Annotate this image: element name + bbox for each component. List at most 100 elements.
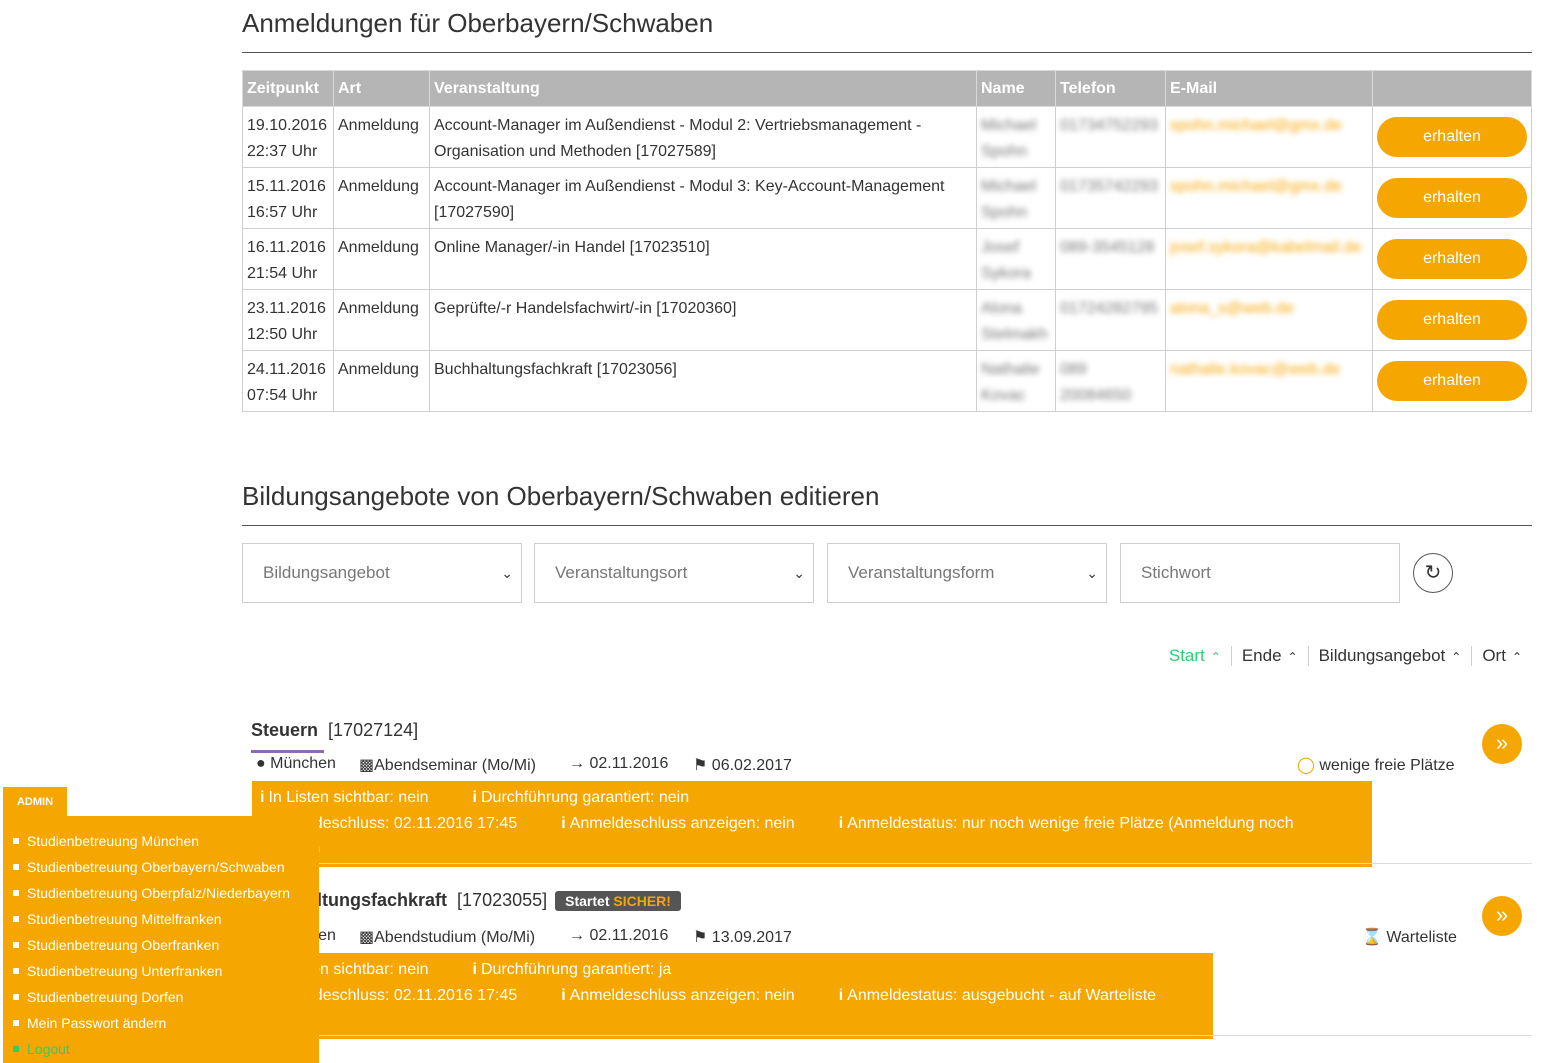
badge-startet-sicher: Startet SICHER! [555, 891, 681, 911]
end-text: 06.02.2017 [711, 757, 792, 774]
status-text: wenige freie Plätze [1319, 757, 1455, 774]
col-header-veranstaltung: Veranstaltung [429, 70, 977, 107]
time-text: 21:54 Uhr [247, 265, 318, 282]
admin-item-oberfranken[interactable]: Studienbetreuung Oberfranken [3, 932, 319, 958]
cell-name: Josef Sykora [976, 228, 1056, 290]
admin-item-passwort[interactable]: Mein Passwort ändern [3, 1010, 319, 1036]
course-code: [17023055] [457, 890, 548, 910]
admin-tab[interactable]: ADMIN [3, 787, 67, 817]
cell-name: Michael Spohn [976, 167, 1056, 229]
info-icon: i [838, 815, 844, 832]
course-item: Buchhaltungsfachkraft [17023055] Startet … [242, 890, 1532, 1039]
course-status: ◯ wenige freie Plätze [1297, 755, 1455, 775]
date-text: 15.11.2016 [247, 178, 326, 195]
admin-item-label: Studienbetreuung München [27, 833, 200, 849]
cell-art: Anmeldung [333, 106, 430, 168]
cell-art: Anmeldung [333, 228, 430, 290]
admin-item-oberbayern-schwaben[interactable]: Studienbetreuung Oberbayern/Schwaben [3, 854, 319, 880]
double-chevron-right-icon: » [1495, 730, 1509, 755]
info-icon: i [260, 789, 265, 806]
cell-email: spohn.michael@gmx.de [1165, 167, 1373, 229]
admin-item-muenchen[interactable]: Studienbetreuung München [3, 828, 319, 854]
time-text: 12:50 Uhr [247, 326, 318, 343]
sort-label: Bildungsangebot [1318, 646, 1446, 665]
admin-item-label: Studienbetreuung Oberpfalz/Niederbayern [27, 885, 291, 901]
chevron-down-icon: ⌄ [1086, 565, 1098, 581]
cell-email: spohn.michael@gmx.de [1165, 106, 1373, 168]
select-label: Veranstaltungsort [555, 563, 688, 582]
admin-menu: Studienbetreuung München Studienbetreuun… [3, 816, 319, 1063]
course-end: ⚑ 13.09.2017 [693, 927, 792, 947]
erhalten-button[interactable]: erhalten [1377, 117, 1527, 157]
course-details-button[interactable]: » [1482, 724, 1522, 764]
veranstaltungsort-select[interactable]: Veranstaltungsort ⌄ [534, 543, 814, 603]
reset-filter-button[interactable]: ↻ [1413, 553, 1453, 593]
cell-action: erhalten [1372, 167, 1532, 229]
time-text: 22:37 Uhr [247, 143, 318, 160]
table-row: 19.10.2016 22:37 Uhr Anmeldung Account-Ma… [242, 106, 1532, 168]
bullet-icon [13, 942, 19, 948]
admin-item-label: Studienbetreuung Unterfranken [27, 963, 223, 979]
sort-bar: Start ⌃ Ende ⌃ Bildungsangebot ⌃ Ort ⌃ [1159, 646, 1532, 666]
erhalten-button[interactable]: erhalten [1377, 239, 1527, 279]
bildungsangebot-select[interactable]: Bildungsangebot ⌄ [242, 543, 522, 603]
title-underline [251, 750, 324, 753]
admin-item-dorfen[interactable]: Studienbetreuung Dorfen [3, 984, 319, 1010]
email-link[interactable]: alona_s@web.de [1170, 300, 1294, 317]
sort-ende[interactable]: Ende ⌃ [1230, 646, 1308, 666]
veranstaltungsform-select[interactable]: Veranstaltungsform ⌄ [827, 543, 1107, 603]
course-item: Steuern [17027124] ● München ▩Abendsemin… [242, 718, 1532, 867]
erhalten-button[interactable]: erhalten [1377, 178, 1527, 218]
stichwort-input[interactable]: Stichwort [1120, 543, 1400, 603]
course-details-button[interactable]: » [1482, 896, 1522, 936]
admin-item-oberpfalz-niederbayern[interactable]: Studienbetreuung Oberpfalz/Niederbayern [3, 880, 319, 906]
sort-bildungsangebot[interactable]: Bildungsangebot ⌃ [1307, 646, 1472, 666]
cell-email: nathalie.kovac@web.de [1165, 350, 1373, 412]
sort-start[interactable]: Start ⌃ [1159, 646, 1231, 666]
arrow-right-icon: → [569, 755, 585, 772]
admin-item-mittelfranken[interactable]: Studienbetreuung Mittelfranken [3, 906, 319, 932]
cell-action: erhalten [1372, 350, 1532, 412]
chevron-down-icon: ⌄ [793, 565, 805, 581]
email-link[interactable]: spohn.michael@gmx.de [1170, 117, 1342, 134]
course-title[interactable]: Steuern [17027124] [251, 720, 418, 741]
email-link[interactable]: spohn.michael@gmx.de [1170, 178, 1342, 195]
form-text: Abendstudium (Mo/Mi) [374, 929, 536, 946]
admin-item-unterfranken[interactable]: Studienbetreuung Unterfranken [3, 958, 319, 984]
refresh-icon: ↻ [1424, 562, 1442, 584]
cell-telefon: 01734752293 [1055, 106, 1166, 168]
erhalten-button[interactable]: erhalten [1377, 361, 1527, 401]
logout-link[interactable]: Logout [3, 1036, 319, 1062]
cell-zeitpunkt: 19.10.2016 22:37 Uhr [242, 106, 334, 168]
arrow-right-icon: → [569, 927, 585, 944]
start-text: 02.11.2016 [589, 755, 669, 772]
chevron-up-icon: ⌃ [1511, 650, 1522, 664]
double-chevron-right-icon: » [1495, 902, 1509, 927]
sort-label: Ort [1482, 646, 1506, 665]
cell-name: Alona Stelmakh [976, 289, 1056, 351]
location-text: München [270, 755, 336, 772]
course-info-bar: iIn Listen sichtbar: neiniDurchführung g… [252, 953, 1213, 1039]
cube-icon: ▩ [359, 757, 375, 774]
table-row: 24.11.2016 07:54 Uhr Anmeldung Buchhaltun… [242, 350, 1532, 412]
start-text: 02.11.2016 [589, 927, 669, 944]
date-text: 24.11.2016 [247, 361, 326, 378]
select-label: Veranstaltungsform [848, 563, 995, 582]
cell-action: erhalten [1372, 106, 1532, 168]
course-end: ⚑ 06.02.2017 [693, 755, 792, 775]
email-link[interactable]: josef.sykora@kabelmail.de [1170, 239, 1361, 256]
cell-art: Anmeldung [333, 289, 430, 351]
badge-text: Startet [565, 893, 610, 909]
title-rule [242, 52, 1532, 53]
form-text: Abendseminar (Mo/Mi) [374, 757, 536, 774]
cell-telefon: 089 20084650 [1055, 350, 1166, 412]
email-link[interactable]: nathalie.kovac@web.de [1170, 361, 1340, 378]
course-form: ▩Abendseminar (Mo/Mi) [359, 755, 536, 775]
erhalten-button[interactable]: erhalten [1377, 300, 1527, 340]
table-row: 23.11.2016 12:50 Uhr Anmeldung Geprüfte/-… [242, 289, 1532, 351]
sort-ort[interactable]: Ort ⌃ [1471, 646, 1532, 666]
admin-item-label: Mein Passwort ändern [27, 1015, 167, 1031]
course-start: → 02.11.2016 [569, 755, 668, 773]
course-info-bar: iIn Listen sichtbar: neiniDurchführung g… [252, 781, 1372, 867]
offers-title-rule [242, 525, 1532, 526]
